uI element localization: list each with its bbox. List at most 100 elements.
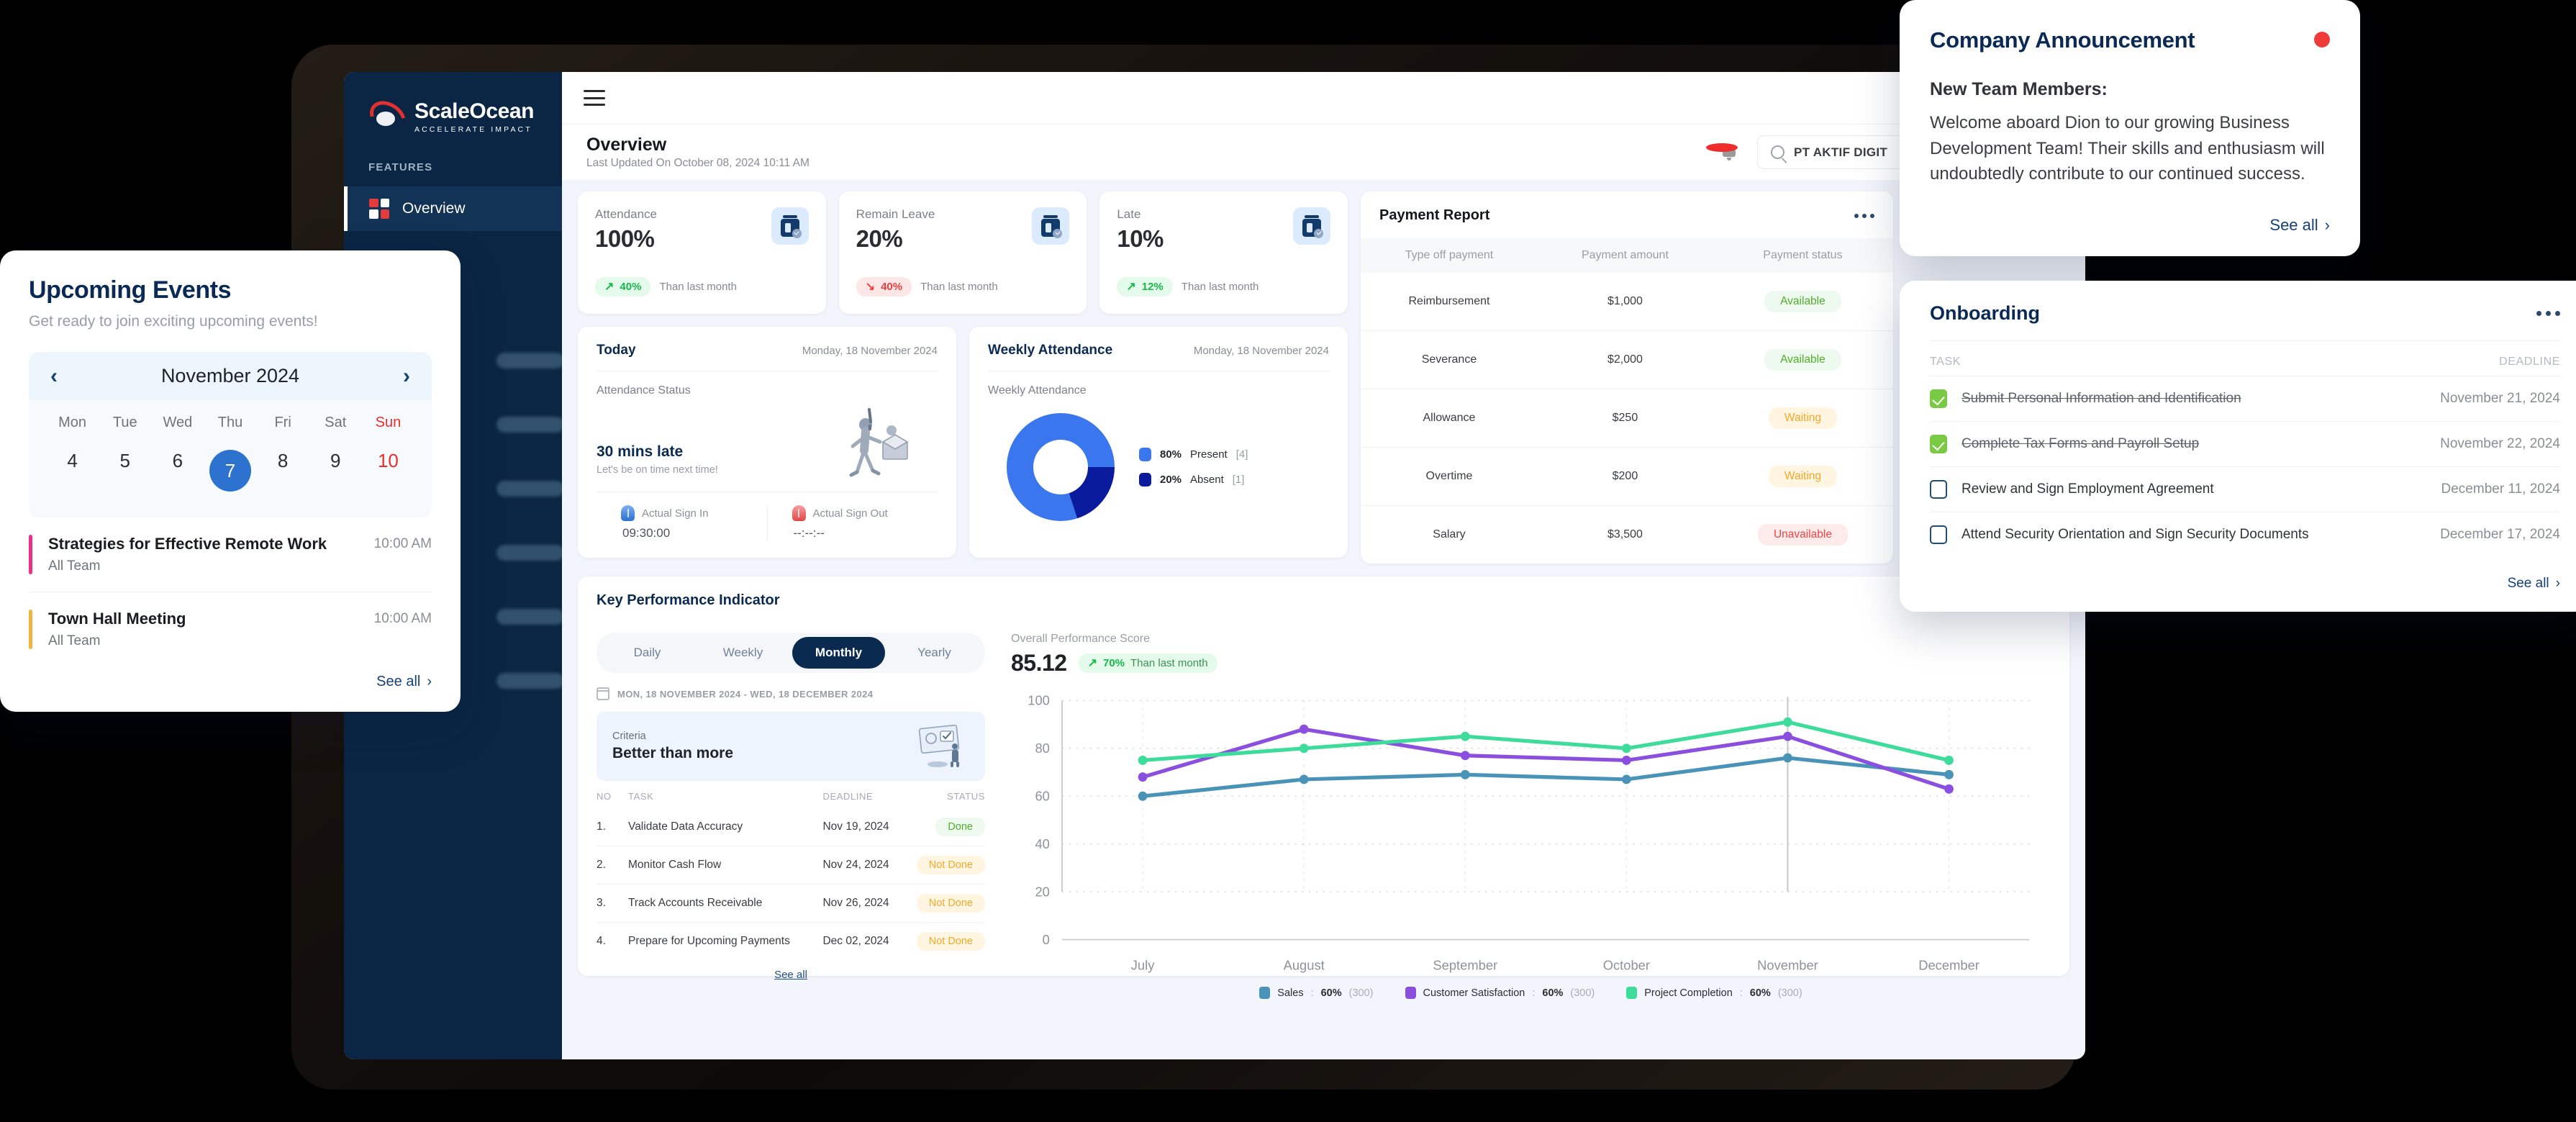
calendar-prev-button[interactable]: ‹ [50, 365, 58, 387]
search-value: PT AKTIF DIGIT [1794, 145, 1888, 159]
tab-yearly[interactable]: Yearly [888, 637, 981, 669]
table-row: 4. Prepare for Upcoming Payments Dec 02,… [597, 922, 985, 960]
kpi-date-range[interactable]: MON, 18 NOVEMBER 2024 - WED, 18 DECEMBER… [597, 687, 985, 700]
table-row: Salary $3,500 Unavailable [1361, 506, 1893, 564]
dashboard-screen: ScaleOcean ACCELERATE IMPACT FEATURES Ov… [344, 72, 2085, 1059]
more-options-icon[interactable] [2536, 311, 2560, 316]
more-options-icon[interactable] [1854, 213, 1874, 218]
see-all-label: See all [2507, 576, 2549, 591]
payment-amount: $2,000 [1537, 330, 1713, 389]
legend-item-present: 80% Present [4] [1139, 448, 1248, 461]
stat-card-attendance: Attendance 100% ↗ 40% Than last month [578, 191, 826, 314]
checkbox-unchecked[interactable] [1930, 480, 1947, 499]
stat-delta-value: 40% [620, 281, 642, 293]
calendar-next-button[interactable]: › [403, 365, 410, 387]
tab-weekly[interactable]: Weekly [697, 637, 789, 669]
series-name: Sales [1277, 987, 1304, 999]
onboarding-deadline: December 17, 2024 [2408, 512, 2560, 557]
checkbox-checked[interactable] [1930, 435, 1947, 453]
announcement-title: Company Announcement [1930, 27, 2195, 53]
kpi-title: Key Performance Indicator [597, 592, 780, 608]
performance-line-chart: 0 20 40 60 80 100 July August September October No… [1011, 688, 2051, 982]
events-see-all-link[interactable]: See all › [29, 674, 432, 690]
payment-type: Severance [1361, 330, 1538, 389]
column-header: Payment status [1712, 238, 1893, 273]
onboarding-card: Onboarding TASK DEADLINE Submit Personal… [1900, 281, 2576, 612]
series-pct: 60% [1542, 987, 1564, 999]
weekly-sub-label: Weekly Attendance [988, 384, 1087, 397]
trend-up-icon: ↗ [604, 280, 614, 293]
event-item[interactable]: Town Hall Meeting All Team 10:00 AM [29, 592, 432, 666]
attendance-donut-chart [1007, 413, 1115, 521]
announcement-see-all-link[interactable]: See all › [1930, 216, 2330, 235]
tab-monthly[interactable]: Monthly [792, 637, 885, 669]
weekly-date: Monday, 18 November 2024 [1193, 344, 1329, 357]
chart-legend-item: Project Completion: 60% (300) [1626, 987, 1802, 1000]
calendar-day[interactable]: 6 [151, 440, 204, 502]
stat-delta-value: 12% [1141, 281, 1164, 293]
event-team: All Team [48, 558, 101, 574]
legend-item-absent: 20% Absent [1] [1139, 473, 1248, 487]
criteria-label: Criteria [612, 730, 646, 742]
event-name: Strategies for Effective Remote Work [48, 535, 327, 553]
calendar-day[interactable]: 4 [46, 440, 99, 502]
svg-text:September: September [1433, 958, 1497, 973]
svg-text:November: November [1757, 958, 1818, 973]
payment-amount: $1,000 [1537, 273, 1713, 331]
event-time: 10:00 AM [373, 611, 432, 626]
onboarding-task: Complete Tax Forms and Payroll Setup [1962, 436, 2200, 451]
kpi-see-all-link[interactable]: See all [774, 969, 807, 981]
fingerprint-out-icon [792, 505, 806, 521]
task-deadline: Dec 02, 2024 [822, 922, 903, 960]
announcement-heading: New Team Members: [1930, 79, 2108, 99]
trend-up-icon: ↗ [1126, 280, 1136, 293]
calendar-check-icon [771, 207, 809, 245]
sidebar-item-overview[interactable]: Overview [344, 186, 562, 231]
calendar-day[interactable]: 8 [257, 440, 309, 502]
task-no: 2. [597, 846, 628, 885]
event-color-bar [29, 535, 32, 574]
hamburger-menu-icon[interactable] [584, 90, 605, 106]
trend-up-icon: ↗ [1087, 656, 1097, 669]
calendar-check-icon [1293, 207, 1331, 245]
status-badge: Available [1764, 349, 1841, 371]
column-header: TASK [628, 791, 654, 802]
column-header: Type off payment [1361, 238, 1538, 273]
today-date: Monday, 18 November 2024 [802, 344, 938, 357]
fingerprint-in-icon [621, 505, 635, 521]
upcoming-events-card: Upcoming Events Get ready to join exciti… [0, 250, 461, 712]
series-count: (300) [1570, 987, 1595, 999]
announcement-body: Welcome aboard Dion to our growing Busin… [1930, 113, 2325, 184]
column-header: DEADLINE [822, 791, 874, 802]
calendar-day[interactable]: 10 [362, 440, 414, 502]
score-delta-value: 70% [1102, 657, 1125, 669]
page-header: Overview Last Updated On October 08, 202… [562, 124, 2085, 180]
payment-amount: $250 [1537, 389, 1713, 448]
chart-legend-item: Customer Satisfaction: 60% (300) [1405, 987, 1595, 1000]
table-row: Review and Sign Employment Agreement Dec… [1930, 466, 2560, 512]
legend-swatch [1405, 987, 1416, 1000]
payment-amount: $3,500 [1607, 528, 1643, 540]
legend-swatch [1139, 448, 1151, 461]
late-illustration [849, 408, 909, 477]
table-row: Reimbursement $1,000 Available [1361, 273, 1893, 331]
score-delta-badge: ↗ 70% Than last month [1078, 653, 1217, 673]
calendar-day-selected[interactable]: 7 [204, 440, 256, 502]
checkbox-checked[interactable] [1930, 389, 1947, 408]
screenshot-root: ScaleOcean ACCELERATE IMPACT FEATURES Ov… [0, 0, 2576, 1122]
task-deadline: Nov 24, 2024 [822, 846, 903, 885]
onboarding-see-all-link[interactable]: See all › [1930, 576, 2560, 592]
calendar-day[interactable]: 9 [309, 440, 362, 502]
tab-daily[interactable]: Daily [601, 637, 694, 669]
notification-bell-icon[interactable] [1706, 142, 1738, 162]
sign-in-label: Actual Sign In [642, 507, 709, 520]
dow-sat: Sat [325, 415, 347, 430]
series-count: (300) [1777, 987, 1802, 999]
scaleocean-logo-icon [363, 94, 412, 140]
event-item[interactable]: Strategies for Effective Remote Work All… [29, 517, 432, 592]
task-name: Prepare for Upcoming Payments [628, 922, 823, 960]
calendar-check-icon [1032, 207, 1070, 245]
left-column: Attendance 100% ↗ 40% Than last month Re… [578, 191, 1348, 558]
checkbox-unchecked[interactable] [1930, 525, 1947, 544]
calendar-day[interactable]: 5 [99, 440, 151, 502]
